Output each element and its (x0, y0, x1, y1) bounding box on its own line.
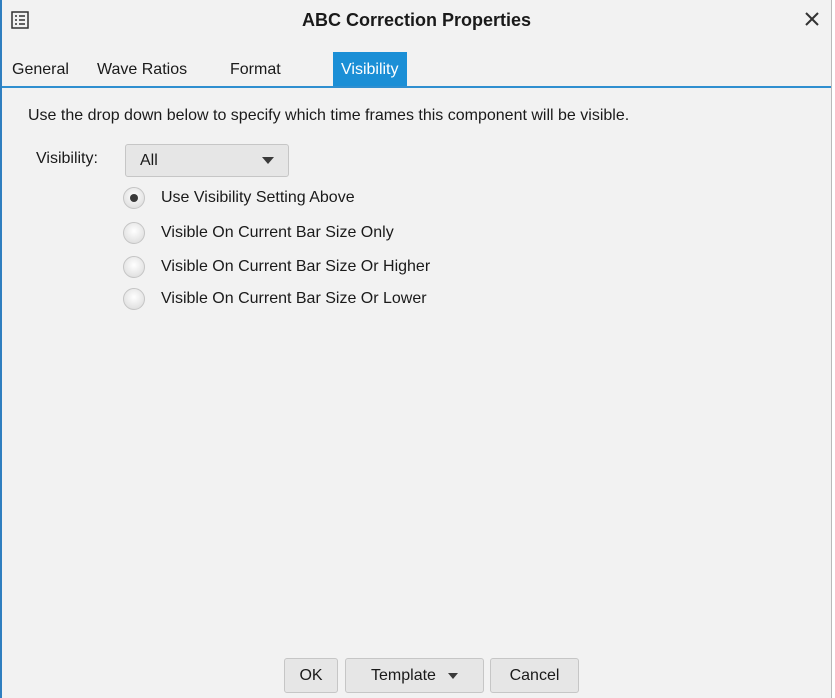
radio-button[interactable] (123, 187, 145, 209)
radio-button[interactable] (123, 222, 145, 244)
template-button-label: Template (371, 666, 436, 684)
visibility-label: Visibility: (36, 150, 98, 167)
radio-label: Visible On Current Bar Size Only (161, 224, 394, 241)
tab-wave-ratios[interactable]: Wave Ratios (97, 52, 187, 86)
radio-button[interactable] (123, 288, 145, 310)
visibility-dropdown[interactable]: All (125, 144, 289, 177)
tab-visibility[interactable]: Visibility (333, 52, 407, 86)
ok-button[interactable]: OK (284, 658, 338, 693)
properties-dialog: ABC Correction Properties General Wave R… (0, 0, 832, 698)
radio-use-visibility-setting[interactable]: Use Visibility Setting Above (123, 185, 355, 211)
chevron-down-icon (262, 157, 274, 164)
chevron-down-icon (447, 672, 458, 679)
radio-label: Visible On Current Bar Size Or Lower (161, 290, 427, 307)
cancel-button[interactable]: Cancel (490, 658, 579, 693)
radio-label: Visible On Current Bar Size Or Higher (161, 258, 431, 275)
close-icon (805, 6, 819, 32)
template-button[interactable]: Template (345, 658, 484, 693)
dialog-title: ABC Correction Properties (301, 10, 532, 30)
title-bar[interactable]: ABC Correction Properties (2, 0, 831, 40)
close-button[interactable] (799, 6, 825, 32)
tab-general[interactable]: General (12, 52, 69, 86)
radio-current-bar-size-or-higher[interactable]: Visible On Current Bar Size Or Higher (123, 254, 430, 280)
radio-label: Use Visibility Setting Above (161, 189, 355, 206)
visibility-description: Use the drop down below to specify which… (28, 107, 630, 124)
visibility-dropdown-value: All (140, 152, 158, 169)
radio-button[interactable] (123, 256, 145, 278)
radio-current-bar-size-only[interactable]: Visible On Current Bar Size Only (123, 220, 394, 246)
radio-current-bar-size-or-lower[interactable]: Visible On Current Bar Size Or Lower (123, 286, 427, 312)
tab-bar: General Wave Ratios Format Visibility (2, 52, 831, 88)
tab-format[interactable]: Format (230, 52, 281, 86)
